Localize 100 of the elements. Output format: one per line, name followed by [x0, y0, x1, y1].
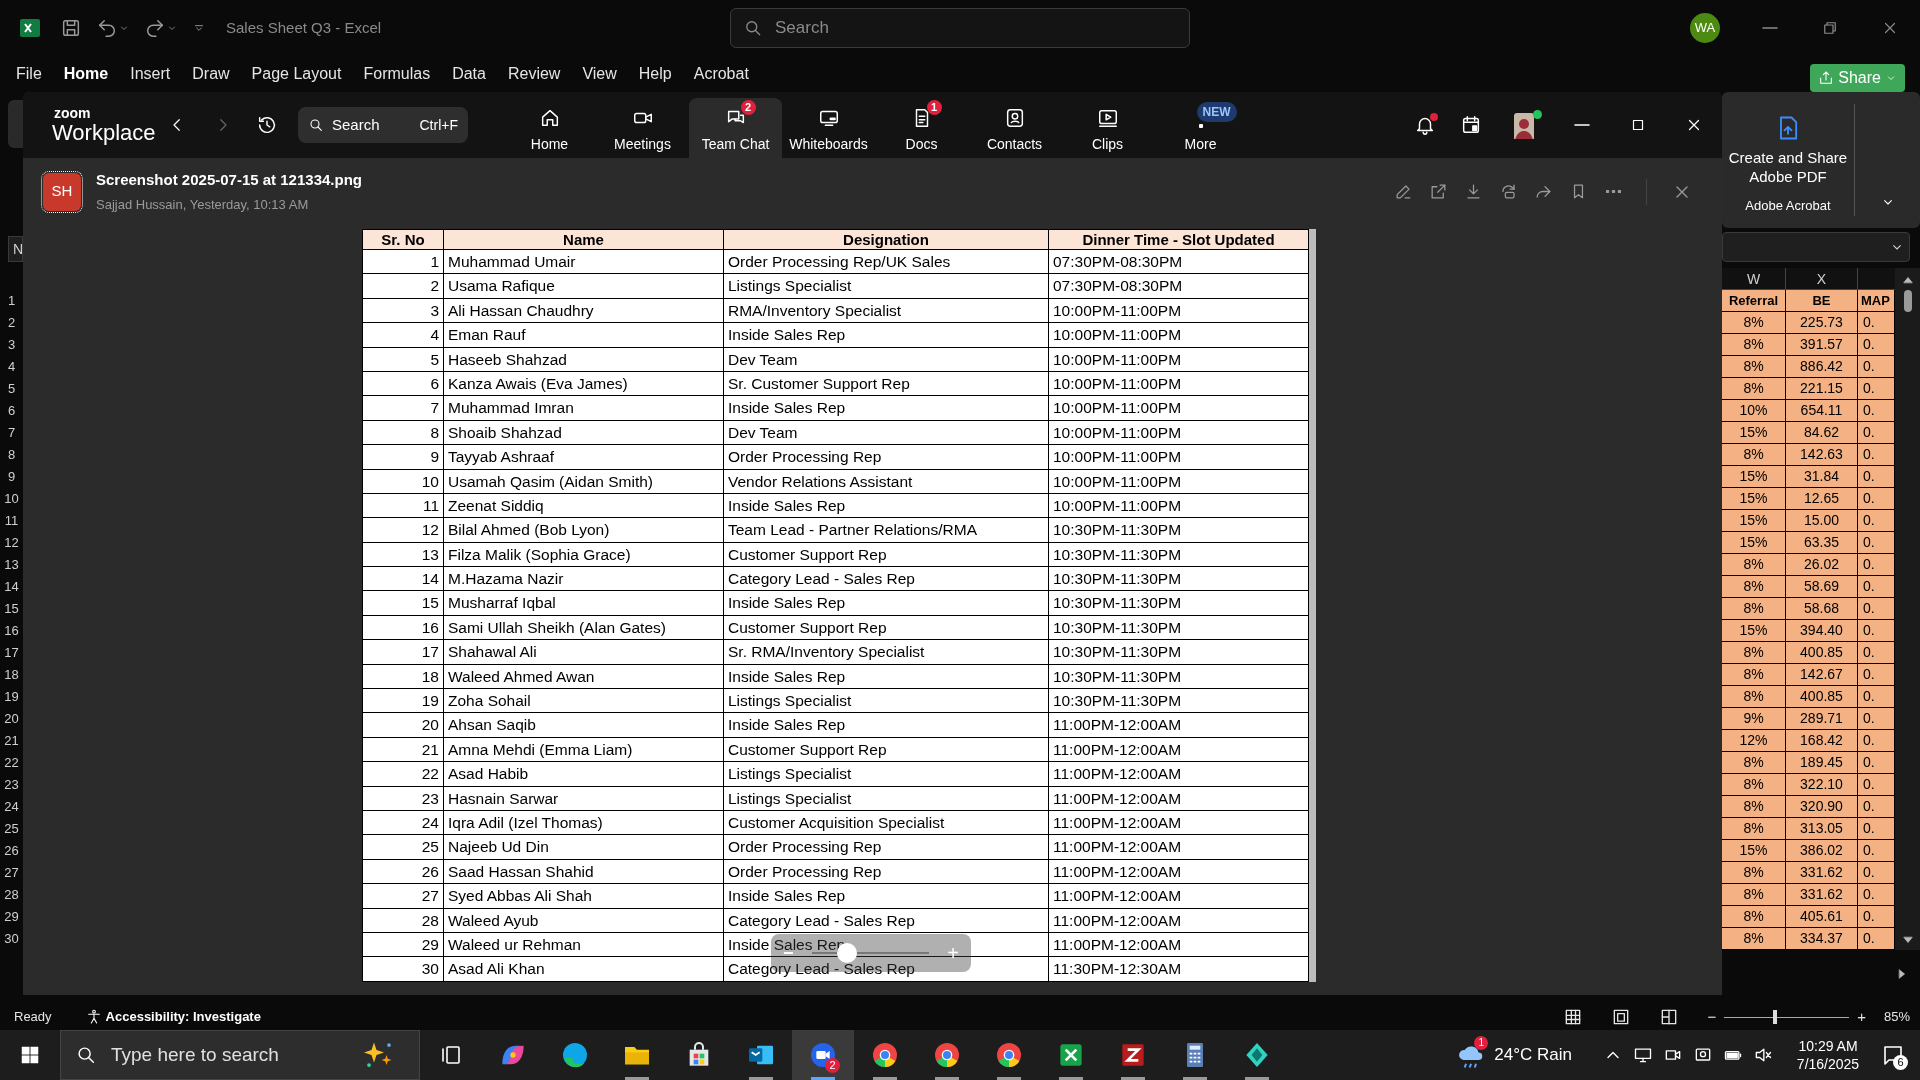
table-cell: 27 [363, 884, 444, 909]
zoom-in-button[interactable]: + [1857, 1005, 1866, 1029]
nav-tab[interactable]: Whiteboards [782, 98, 875, 158]
menu-tab[interactable]: Help [638, 66, 672, 82]
search-icon [75, 1044, 97, 1066]
row-number: 1 [6, 292, 17, 310]
scroll-down-icon [1901, 934, 1914, 946]
nav-tab[interactable]: Contacts [968, 98, 1061, 158]
logo-text: zoom [54, 106, 92, 120]
table-cell: Asad Habib [444, 762, 724, 787]
account-avatar[interactable]: WA [1690, 13, 1720, 43]
nav-tab[interactable]: 2 Team Chat [689, 98, 782, 158]
nav-tab[interactable]: Clips [1061, 98, 1154, 158]
table-cell: Haseeb Shahzad [444, 347, 724, 372]
user-avatar-icon [1512, 111, 1536, 139]
table-cell: Shahawal Ali [444, 640, 724, 665]
table-cell: 12 [363, 518, 444, 543]
table-cell: RMA/Inventory Specialist [724, 298, 1049, 324]
row-number: 25 [3, 820, 20, 838]
row-number: 18 [3, 666, 20, 684]
notification-badge: 1 [926, 100, 942, 115]
table-cell: Dev Team [724, 347, 1049, 372]
table-cell: 13 [363, 542, 444, 568]
group-label: Adobe Acrobat [1745, 197, 1831, 215]
search-bar[interactable]: Type here to search [60, 1030, 420, 1080]
table-cell: 14 [363, 567, 444, 592]
new-badge: NEW [1196, 102, 1237, 122]
table-cell: 10:00PM-11:00PM [1049, 347, 1309, 372]
save-icon[interactable] [60, 17, 82, 39]
table-cell: Inside Sales Rep [724, 323, 1049, 348]
row-number: 6 [6, 402, 17, 420]
name-box[interactable]: N [8, 236, 23, 262]
scrollbar-thumb[interactable] [1903, 290, 1912, 312]
menu-tab[interactable]: View [582, 66, 617, 82]
row-number: 9 [6, 468, 17, 486]
table-cell: 10:30PM-11:30PM [1049, 518, 1309, 543]
table-cell: Muhammad Imran [444, 396, 724, 421]
notification-badge: 1 [1474, 1036, 1489, 1050]
table-cell: Tayyab Ashraaf [444, 445, 724, 470]
table-cell: Inside Sales Rep [724, 884, 1049, 909]
table-cell: M.Hazama Nazir [444, 567, 724, 592]
redo-icon[interactable] [144, 17, 166, 39]
table-cell: 11 [363, 493, 444, 519]
menu-tab[interactable]: Page Layout [251, 66, 342, 82]
windows-icon [19, 1044, 41, 1066]
zoom-level: 85% [1883, 1008, 1910, 1027]
table-cell: 10:00PM-11:00PM [1049, 371, 1309, 397]
table-cell: 10:30PM-11:30PM [1049, 664, 1309, 690]
row-number: 20 [3, 710, 20, 728]
slider-thumb[interactable] [1772, 1010, 1777, 1024]
table-cell: 10:30PM-11:30PM [1049, 567, 1309, 592]
table-cell: 10:00PM-11:00PM [1049, 493, 1309, 519]
row-number: 24 [3, 798, 20, 816]
nav-tab[interactable]: Home [503, 98, 596, 158]
search-bar[interactable]: Search Ctrl+F [298, 107, 468, 143]
search-bar[interactable]: Search [730, 8, 1190, 48]
nav-tab[interactable]: 1 Docs [875, 98, 968, 158]
menu-tab[interactable]: File [16, 66, 42, 82]
table-cell: Order Processing Rep [724, 835, 1049, 860]
search-field[interactable]: Search [332, 113, 402, 137]
zoom-slider[interactable] [1724, 1010, 1850, 1024]
menu-tab[interactable]: Review [507, 66, 561, 82]
table-cell: Inside Sales Rep [724, 493, 1049, 519]
vertical-scrollbar[interactable] [1895, 268, 1920, 950]
column-header: Designation [724, 230, 1049, 250]
table-cell: Order Processing Rep/UK Sales [724, 250, 1049, 275]
column-header: Name [444, 230, 724, 250]
table-cell: 22 [363, 762, 444, 787]
create-pdf-button[interactable]: Create and Share Adobe PDF [1722, 114, 1854, 186]
table-cell: 10:00PM-11:00PM [1049, 420, 1309, 446]
search-field[interactable]: Search [775, 15, 1177, 41]
menu-tab[interactable]: Acrobat [693, 66, 749, 82]
row-number: 17 [3, 644, 20, 662]
table-cell: Customer Support Rep [724, 615, 1049, 641]
history-icon[interactable] [256, 114, 278, 136]
table-cell: 21 [363, 737, 444, 763]
menu-tab[interactable]: Home [63, 66, 109, 82]
table-cell: Order Processing Rep [724, 445, 1049, 470]
scroll-right-icon[interactable] [1896, 968, 1908, 980]
minimize-icon [1762, 27, 1778, 29]
table-cell: 10:30PM-11:30PM [1049, 615, 1309, 641]
menu-tab[interactable]: Data [452, 66, 486, 82]
taskbar-app-button[interactable]: 2 [792, 1030, 854, 1080]
accessibility-button[interactable]: Accessibility: Investigate [85, 1007, 261, 1027]
nav-tab[interactable]: NEW More [1154, 98, 1247, 158]
menu-tab[interactable]: Formulas [363, 66, 431, 82]
clock[interactable]: 10:29 AM 7/16/2025 [1788, 1037, 1868, 1073]
menu-tab[interactable]: Insert [130, 66, 171, 82]
row-number: 5 [6, 380, 17, 398]
search-field[interactable]: Type here to search [111, 1040, 341, 1070]
menu-tab[interactable]: Draw [192, 66, 230, 82]
undo-icon[interactable] [96, 17, 118, 39]
row-number: 27 [3, 864, 20, 882]
zoom-out-button[interactable]: − [1707, 1005, 1717, 1029]
notification-center-button[interactable]: 6 [1878, 1040, 1908, 1070]
table-cell: Asad Ali Khan [444, 957, 724, 982]
nav-tab[interactable]: Meetings [596, 98, 689, 158]
table-cell: Usama Rafique [444, 274, 724, 299]
table-cell: 11:00PM-12:00AM [1049, 713, 1309, 738]
table-cell: 23 [363, 786, 444, 811]
